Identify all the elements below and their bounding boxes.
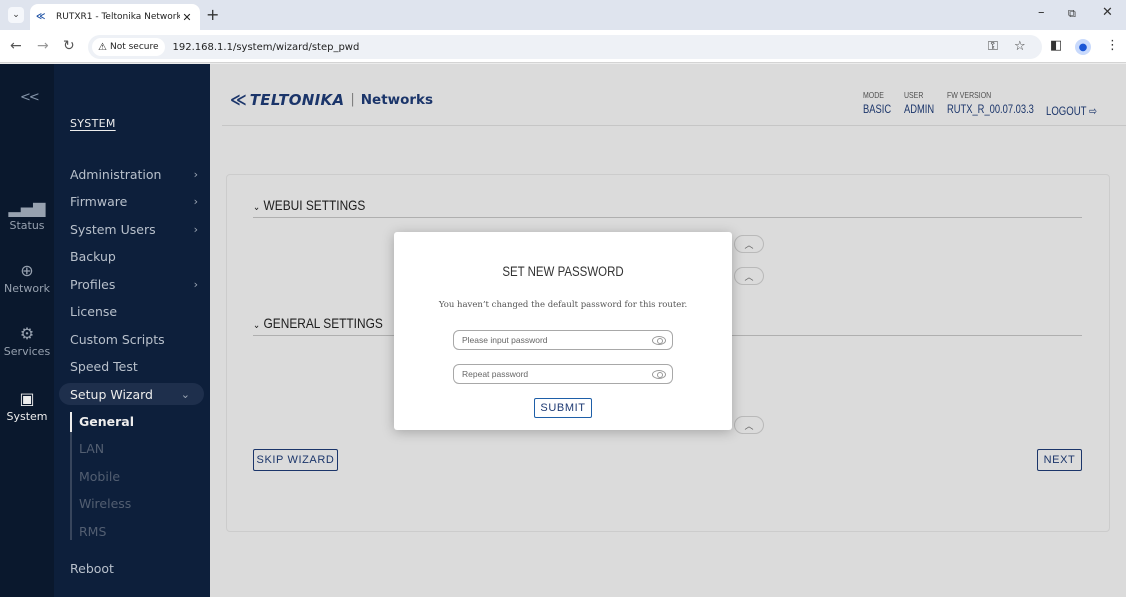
browser-toolbar: ← → ↻ ⚠ Not secure 192.168.1.1/system/wi…	[0, 30, 1126, 63]
warning-icon: ⚠	[98, 41, 107, 53]
reload-icon[interactable]: ↻	[63, 38, 75, 54]
profile-icon[interactable]: ●	[1075, 39, 1091, 55]
url-text: 192.168.1.1/system/wizard/step_pwd	[172, 41, 360, 53]
tab-title: RUTXR1 - Teltonika Networks	[56, 12, 180, 22]
security-label: Not secure	[109, 42, 159, 52]
set-password-dialog: SET NEW PASSWORD You haven’t changed the…	[394, 232, 732, 430]
browser-tab-strip: ⌄ ≪ RUTXR1 - Teltonika Networks ✕ + – ⧉ …	[0, 0, 1126, 30]
side-panel-icon[interactable]: ◧	[1050, 38, 1062, 53]
show-password-icon[interactable]	[652, 369, 666, 379]
kebab-menu-icon[interactable]: ⋮	[1106, 38, 1119, 53]
back-icon[interactable]: ←	[10, 38, 22, 54]
show-password-icon[interactable]	[652, 335, 666, 345]
new-tab-button[interactable]: +	[206, 5, 219, 24]
submit-button[interactable]: SUBMIT	[534, 398, 592, 418]
tab-close-icon[interactable]: ✕	[180, 11, 194, 24]
tab-search-icon[interactable]: ⌄	[8, 7, 24, 23]
forward-icon[interactable]: →	[37, 38, 49, 54]
password-key-icon[interactable]: ⚿	[988, 39, 998, 54]
bookmark-star-icon[interactable]: ☆	[1014, 39, 1026, 54]
minimize-button[interactable]: –	[1038, 5, 1045, 20]
restore-button[interactable]: ⧉	[1068, 7, 1076, 21]
dialog-title: SET NEW PASSWORD	[502, 264, 624, 279]
repeat-password-field[interactable]	[453, 364, 673, 384]
password-input[interactable]	[462, 335, 642, 345]
favicon-teltonika-icon: ≪	[36, 12, 46, 22]
dialog-message: You haven’t changed the default password…	[438, 300, 688, 310]
security-chip[interactable]: ⚠ Not secure	[92, 38, 165, 56]
password-field[interactable]	[453, 330, 673, 350]
address-bar[interactable]: ⚠ Not secure 192.168.1.1/system/wizard/s…	[88, 35, 1042, 59]
close-window-button[interactable]: ✕	[1102, 5, 1113, 20]
browser-tab[interactable]: ≪ RUTXR1 - Teltonika Networks ✕	[30, 4, 200, 30]
repeat-password-input[interactable]	[462, 369, 642, 379]
